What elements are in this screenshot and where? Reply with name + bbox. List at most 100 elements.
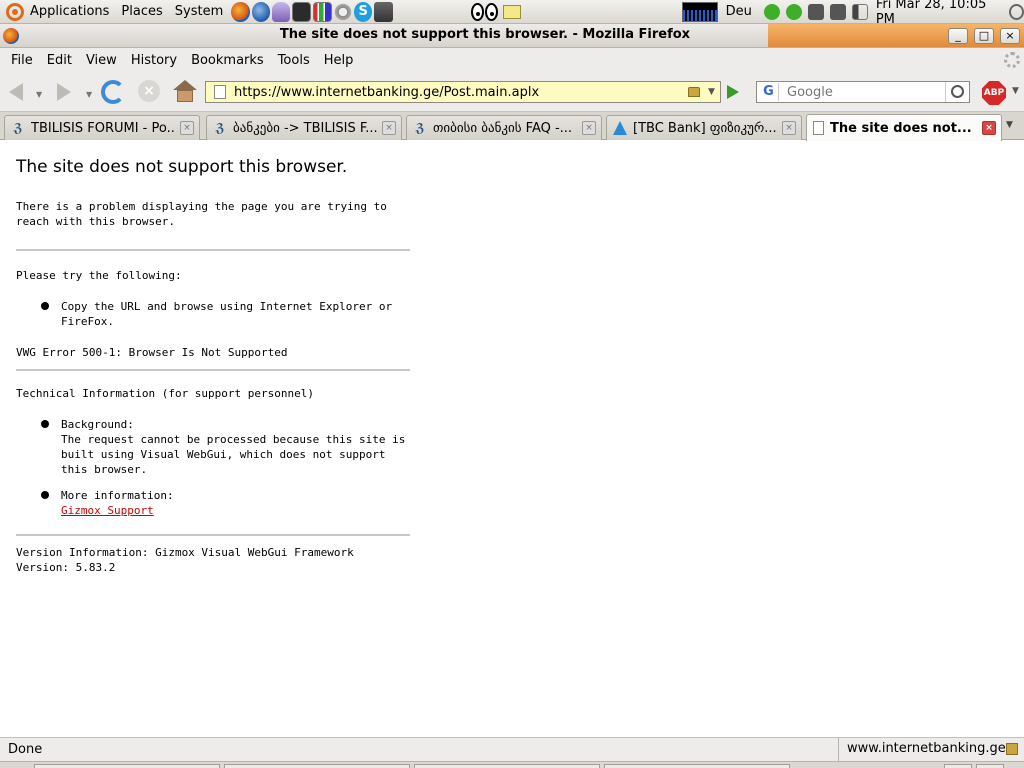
window-title: The site does not support this browser. …: [279, 27, 691, 42]
taskbar-window-button[interactable]: [34, 764, 220, 768]
tab-close-icon[interactable]: ×: [382, 121, 396, 135]
camera-launcher-icon[interactable]: [374, 1, 393, 22]
tab-close-icon[interactable]: ×: [180, 121, 194, 135]
tab-close-icon[interactable]: ×: [582, 121, 596, 135]
search-bar[interactable]: G: [756, 81, 970, 103]
background-label: Background:: [61, 418, 134, 431]
taskbar-window-button[interactable]: [414, 764, 600, 768]
reload-button[interactable]: [101, 80, 125, 104]
google-engine-icon[interactable]: G: [759, 83, 779, 101]
page-favicon-icon: [813, 121, 824, 135]
home-icon: [173, 80, 197, 90]
navigation-toolbar: ▼ ▼ × https://www.internetbanking.ge/Pos…: [0, 72, 1024, 112]
forum-favicon-icon: ℨ: [215, 121, 225, 135]
url-bar[interactable]: https://www.internetbanking.ge/Post.main…: [205, 81, 721, 103]
page-content: The site does not support this browser. …: [0, 141, 1024, 737]
messenger-status-icon[interactable]: [763, 3, 780, 20]
back-history-dropdown[interactable]: ▼: [36, 90, 42, 99]
cpu-monitor-graph[interactable]: [682, 1, 718, 22]
terminal-launcher-icon[interactable]: [292, 1, 312, 22]
system-monitor-launcher-icon[interactable]: [313, 1, 332, 22]
maximize-button[interactable]: □: [974, 28, 994, 44]
search-input[interactable]: [787, 84, 937, 100]
menu-file[interactable]: File: [4, 53, 40, 68]
go-button[interactable]: [727, 85, 739, 99]
divider: [16, 534, 410, 536]
back-button[interactable]: [6, 80, 30, 104]
tech-heading: Technical Information (for support perso…: [16, 387, 315, 400]
tab-label: [TBC Bank] ფიზიკურ...: [633, 120, 777, 136]
sticky-notes-icon[interactable]: [502, 4, 522, 19]
background-text: The request cannot be processed because …: [61, 433, 406, 476]
taskbar-window-button[interactable]: [604, 764, 790, 768]
forward-arrow-icon: [57, 83, 71, 101]
status-site-panel[interactable]: www.internetbanking.ge: [838, 738, 1024, 761]
error-code: VWG Error 500-1: Browser Is Not Supporte…: [16, 346, 288, 359]
volume-icon[interactable]: [851, 3, 868, 20]
forward-button[interactable]: [52, 80, 76, 104]
places-menu[interactable]: Places: [115, 0, 168, 24]
power-icon[interactable]: [1008, 3, 1024, 20]
page-icon: [214, 85, 226, 99]
tab-tbilisis-forumi[interactable]: ℨ TBILISIS FORUMI - Po... ×: [4, 115, 200, 140]
pidgin-launcher-icon[interactable]: [272, 1, 291, 22]
network-icon[interactable]: [807, 3, 824, 20]
status-bar: Done www.internetbanking.ge: [0, 737, 1024, 761]
divider: [16, 369, 410, 371]
ubuntu-logo-icon: [6, 2, 24, 21]
notification-area: [763, 3, 868, 20]
taskbar-window-button[interactable]: [224, 764, 410, 768]
tab-active-site-not-supported[interactable]: The site does not... ×: [806, 114, 1002, 141]
menu-bookmarks[interactable]: Bookmarks: [184, 53, 271, 68]
list-item: Copy the URL and browse using Internet E…: [16, 299, 410, 329]
workspace-switcher[interactable]: [976, 764, 1004, 768]
forward-history-dropdown[interactable]: ▼: [86, 90, 92, 99]
clock[interactable]: Fri Mar 28, 10:05 PM: [876, 0, 999, 27]
close-window-button[interactable]: ×: [1000, 28, 1020, 44]
firefox-launcher-icon[interactable]: [231, 1, 250, 22]
tab-close-icon[interactable]: ×: [982, 121, 996, 135]
forum-favicon-icon: ℨ: [13, 121, 23, 135]
gizmox-support-link[interactable]: Gizmox Support: [61, 504, 154, 517]
menu-tools[interactable]: Tools: [271, 53, 317, 68]
url-text[interactable]: https://www.internetbanking.ge/Post.main…: [234, 85, 688, 100]
top-panel: Applications Places System S Deu Fri Mar…: [0, 0, 1024, 27]
tab-list-dropdown[interactable]: ▼: [1006, 120, 1013, 130]
tbc-favicon-icon: [613, 121, 627, 135]
tab-bankebi[interactable]: ℨ ბანკები -> TBILISIS F... ×: [206, 115, 402, 140]
try-heading: Please try the following:: [16, 269, 182, 282]
bullet-icon: [41, 302, 49, 310]
system-menu[interactable]: System: [169, 0, 229, 24]
try-item-text: Copy the URL and browse using Internet E…: [61, 300, 393, 328]
tab-tbc-bank[interactable]: [TBC Bank] ფიზიკურ... ×: [606, 115, 802, 140]
menu-help[interactable]: Help: [317, 53, 361, 68]
menu-view[interactable]: View: [79, 53, 124, 68]
settings-launcher-icon[interactable]: [333, 1, 353, 22]
list-item: More information: Gizmox Support: [16, 488, 410, 518]
stop-button[interactable]: ×: [138, 80, 160, 102]
search-icon[interactable]: [945, 82, 969, 102]
applications-menu-label: Applications: [30, 4, 110, 19]
url-history-dropdown[interactable]: ▼: [708, 87, 720, 97]
window-titlebar: The site does not support this browser. …: [0, 24, 1024, 48]
keyboard-layout-indicator[interactable]: Deu: [726, 4, 752, 19]
adblock-dropdown[interactable]: ▼: [1012, 86, 1019, 96]
menu-history[interactable]: History: [124, 53, 184, 68]
status-lock-icon[interactable]: [1006, 743, 1018, 755]
applications-menu[interactable]: Applications: [0, 0, 115, 24]
tab-label: ბანკები -> TBILISIS F...: [233, 120, 378, 136]
menu-edit[interactable]: Edit: [40, 53, 79, 68]
status-text: Done: [8, 742, 43, 757]
tab-tbc-faq[interactable]: ℨ თიბისი ბანკის FAQ -... ×: [406, 115, 602, 140]
minimize-button[interactable]: _: [948, 28, 968, 44]
workspace-switcher[interactable]: [944, 764, 972, 768]
tab-close-icon[interactable]: ×: [782, 121, 796, 135]
ssl-lock-icon[interactable]: [688, 87, 700, 97]
home-button[interactable]: [173, 80, 197, 104]
wired-network-icon[interactable]: [829, 3, 846, 20]
thunderbird-launcher-icon[interactable]: [251, 1, 271, 22]
intro-text: There is a problem displaying the page y…: [16, 200, 387, 228]
update-status-icon[interactable]: [785, 3, 802, 20]
skype-launcher-icon[interactable]: S: [354, 1, 373, 22]
adblock-plus-button[interactable]: ABP: [982, 81, 1006, 105]
